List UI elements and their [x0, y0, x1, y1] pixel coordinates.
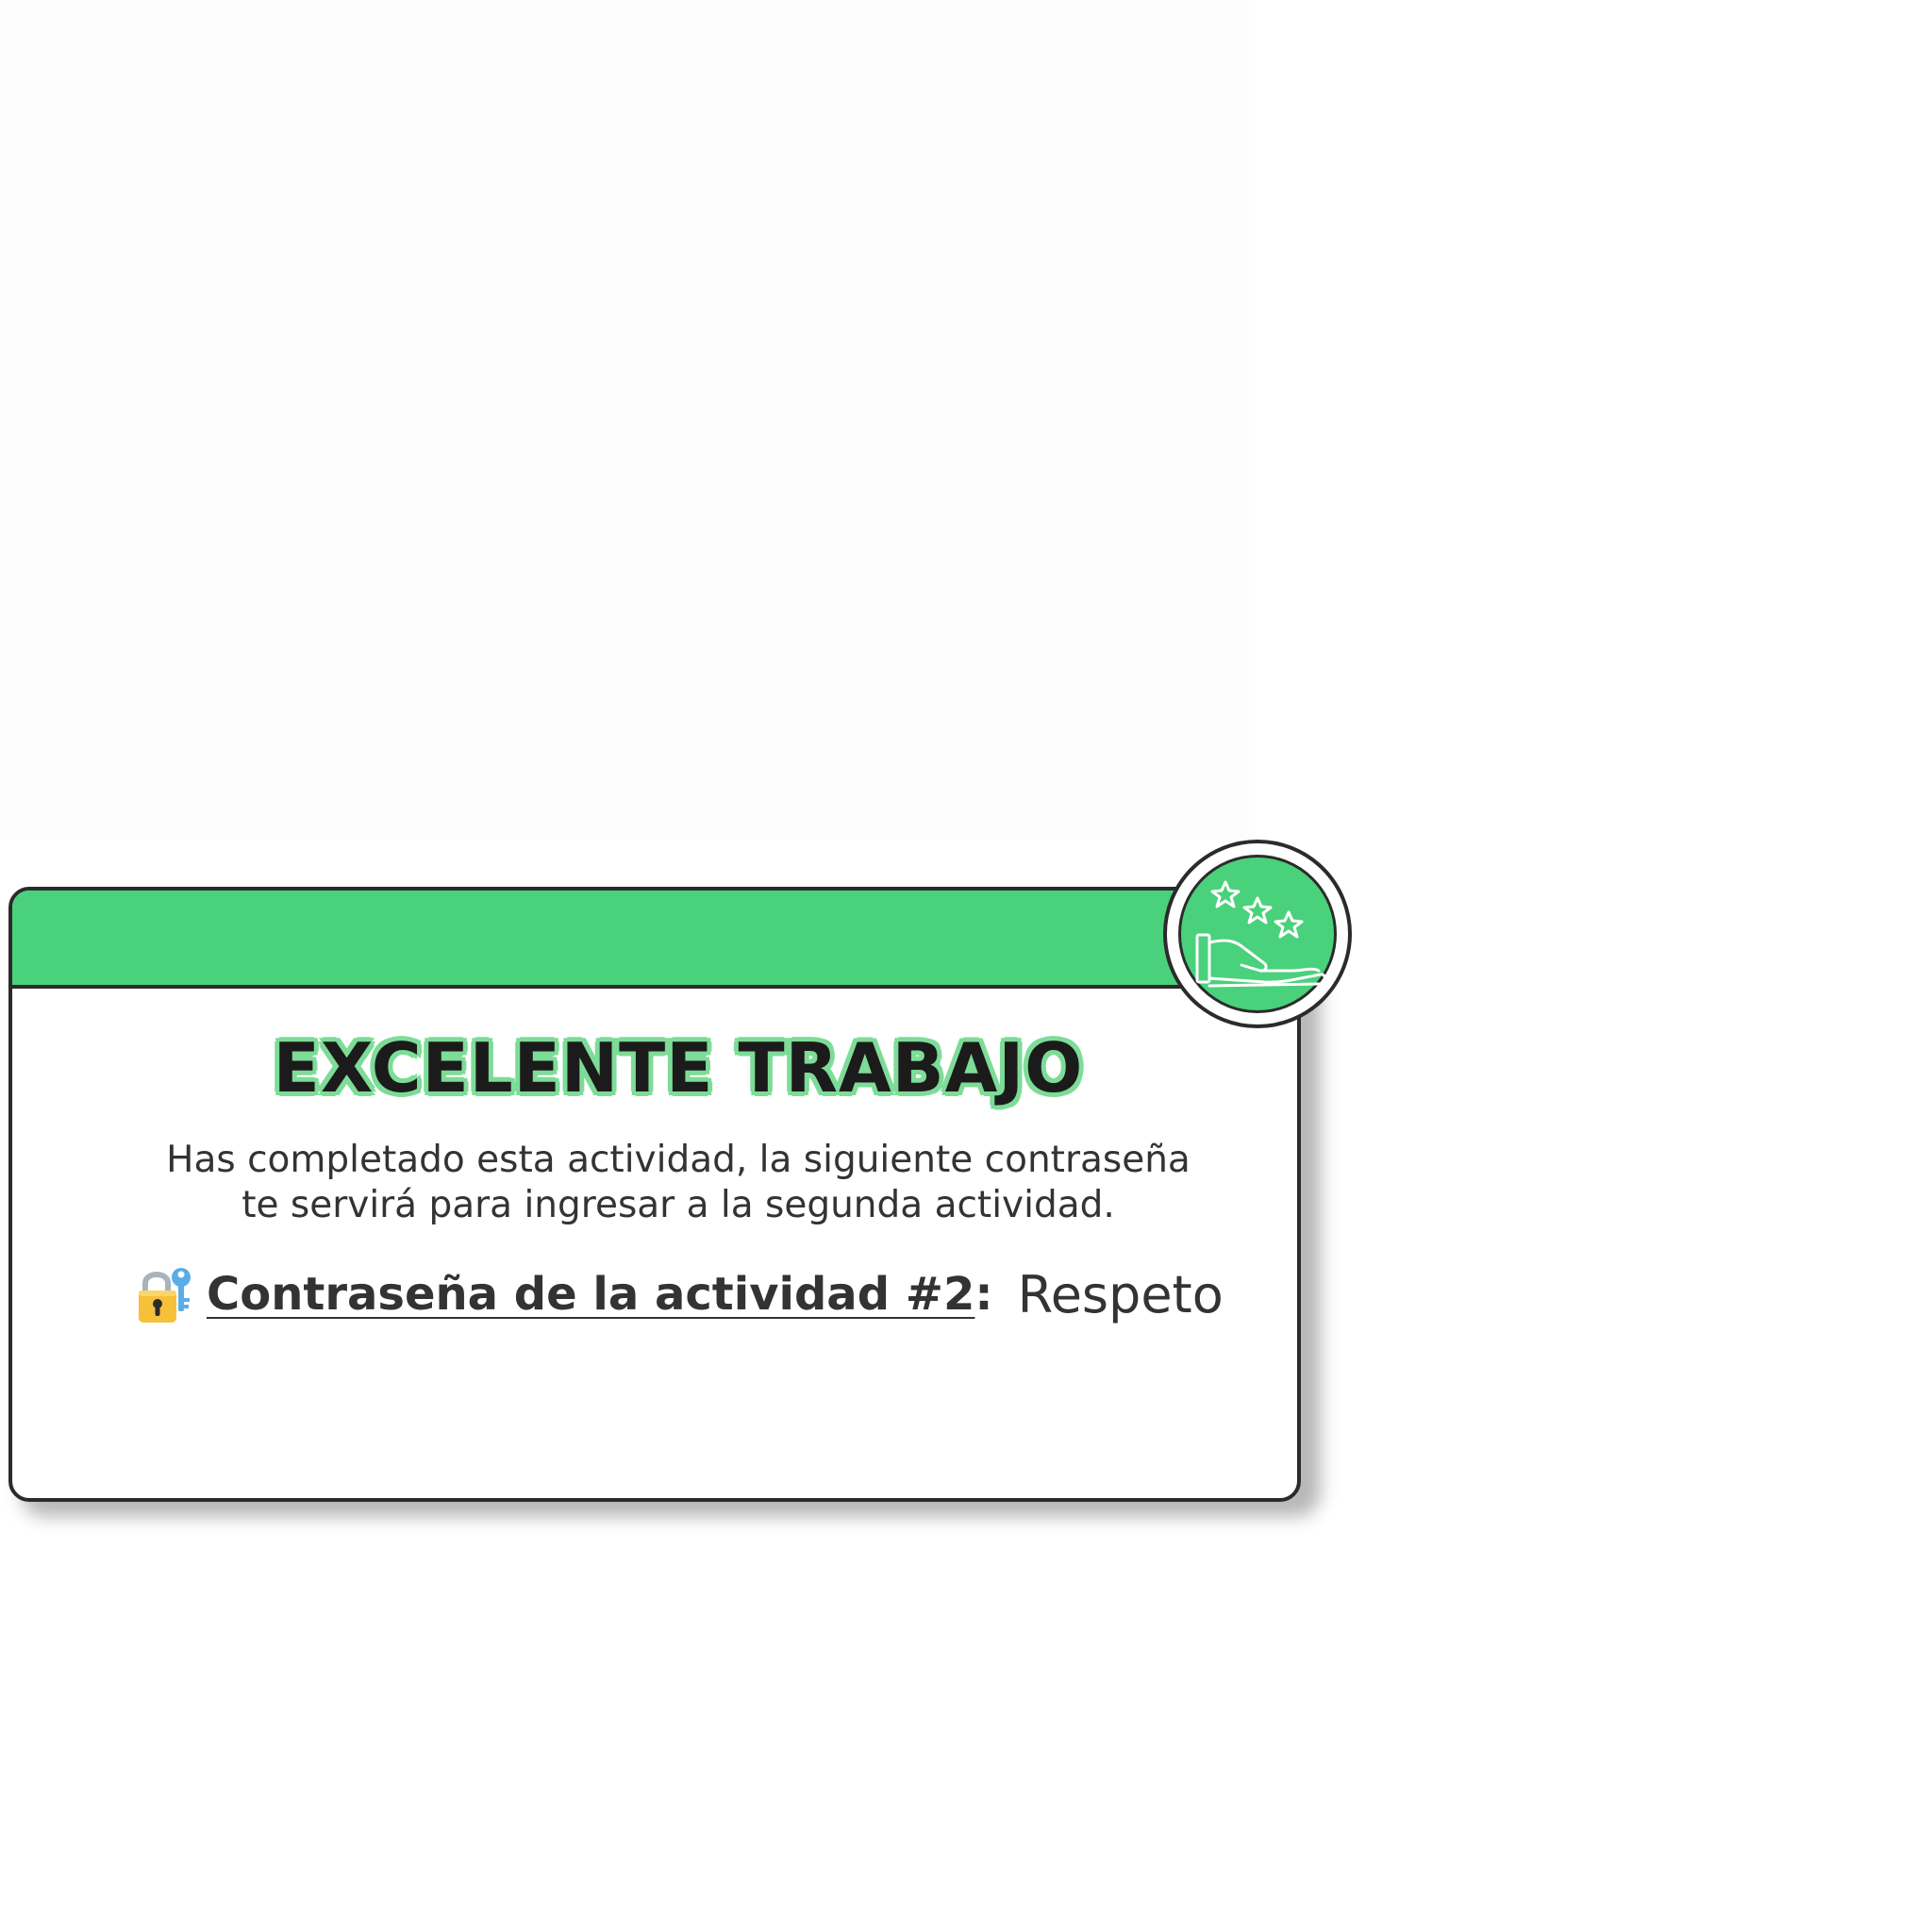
- message-line-2: te servirá para ingresar a la segunda ac…: [242, 1184, 1115, 1226]
- password-row: Contraseña de la actividad #2 : Respeto: [137, 1257, 1224, 1332]
- password-value: Respeto: [1017, 1264, 1224, 1324]
- password-label: Contraseña de la actividad #2: [207, 1268, 975, 1321]
- background-area: [0, 0, 1255, 840]
- card-header: [12, 891, 1297, 989]
- password-colon: :: [974, 1268, 993, 1321]
- hand-with-stars-icon: [1178, 855, 1337, 1013]
- card-title: EXCELENTE TRABAJO: [273, 1028, 1084, 1108]
- message-line-1: Has completado esta actividad, la siguie…: [166, 1139, 1191, 1181]
- achievement-badge: [1163, 840, 1352, 1028]
- locked-with-key-icon: [137, 1264, 193, 1324]
- completion-message: Has completado esta actividad, la siguie…: [8, 1138, 1348, 1228]
